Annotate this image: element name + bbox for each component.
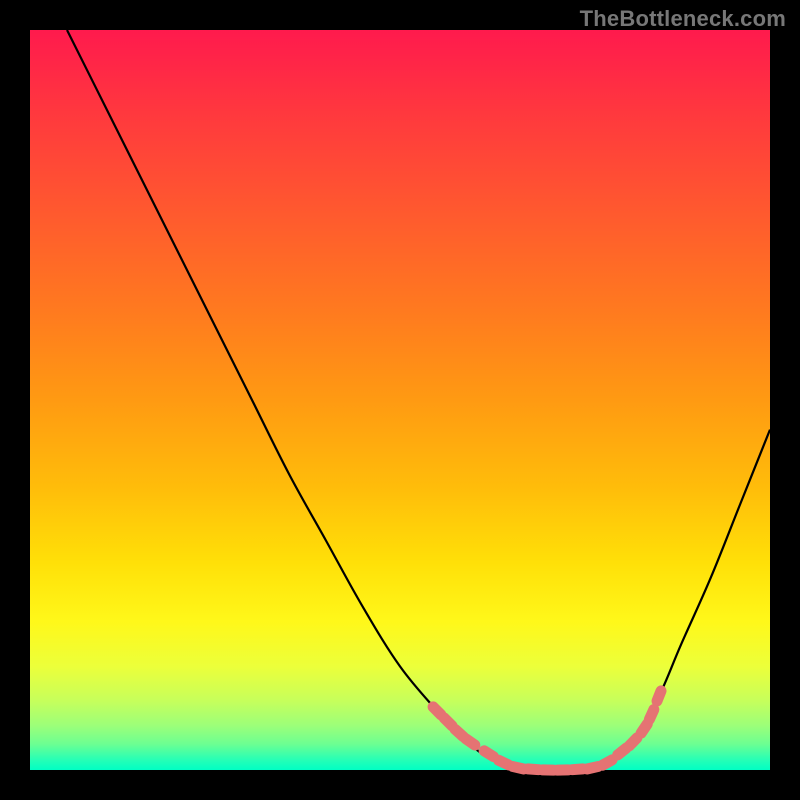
chart-svg — [30, 30, 770, 770]
bottleneck-curve — [67, 30, 770, 770]
plot-area — [30, 30, 770, 770]
outer-frame: TheBottleneck.com — [0, 0, 800, 800]
watermark-text: TheBottleneck.com — [580, 6, 786, 32]
optimal-marker-group — [425, 684, 668, 776]
